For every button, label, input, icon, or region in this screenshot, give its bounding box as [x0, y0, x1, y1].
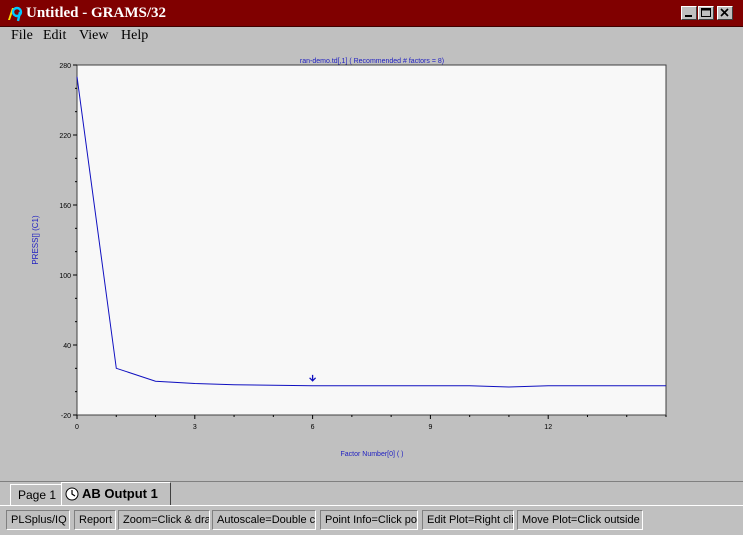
menu-bar: File Edit View Help: [0, 27, 743, 45]
plot-frame[interactable]: [76, 64, 667, 416]
x-tick-label: 12: [544, 424, 552, 431]
menu-view[interactable]: View: [79, 27, 108, 45]
press-chart[interactable]: ran-demo.td[,1] ( Recommended # factors …: [0, 45, 743, 482]
y-tick-label: 100: [59, 273, 71, 280]
menu-edit[interactable]: Edit: [43, 27, 66, 45]
y-axis-ticks: -20 40 100 160 220 280: [59, 63, 77, 420]
grams-app-icon[interactable]: [5, 5, 23, 23]
status-bar: PLSplus/IQ Report Zoom=Click & drag Auto…: [0, 505, 743, 535]
y-tick-label: -20: [61, 413, 71, 420]
y-tick-label: 280: [59, 63, 71, 70]
page-tab-bar: Page 1 AB Output 1: [0, 481, 743, 506]
x-axis-ticks: 0 3 6 9 12: [75, 415, 667, 431]
y-axis-label: PRESS[] (C1): [31, 215, 40, 265]
maximize-button[interactable]: [698, 6, 714, 20]
menu-file[interactable]: File: [11, 27, 33, 45]
x-tick-label: 0: [75, 424, 79, 431]
title-bar[interactable]: Untitled - GRAMS/32: [0, 0, 743, 27]
clock-icon: [65, 487, 79, 501]
menu-help[interactable]: Help: [121, 27, 148, 45]
status-move-plot-hint: Move Plot=Click outside plot: [517, 510, 643, 530]
maximize-icon: [701, 8, 711, 17]
window-title: Untitled - GRAMS/32: [26, 5, 166, 21]
status-zoom-hint: Zoom=Click & drag: [118, 510, 210, 530]
y-tick-label: 40: [63, 343, 71, 350]
status-point-info-hint: Point Info=Click point: [320, 510, 418, 530]
chart-title: ran-demo.td[,1] ( Recommended # factors …: [300, 58, 444, 65]
x-tick-label: 3: [193, 424, 197, 431]
y-tick-label: 220: [59, 133, 71, 140]
close-button[interactable]: [717, 6, 733, 20]
close-icon: [720, 8, 729, 17]
y-tick-label: 160: [59, 203, 71, 210]
tab-ab-output-1-label: AB Output 1: [82, 486, 158, 501]
minimize-button[interactable]: [681, 6, 697, 20]
tab-ab-output-1[interactable]: AB Output 1: [61, 482, 171, 506]
status-autoscale-hint: Autoscale=Double click: [212, 510, 316, 530]
tab-page-1[interactable]: Page 1: [10, 484, 62, 506]
minimize-icon: [685, 15, 692, 17]
status-report[interactable]: Report: [74, 510, 116, 530]
tab-page-1-label: Page 1: [18, 488, 57, 502]
x-tick-label: 6: [311, 424, 315, 431]
status-edit-plot-hint: Edit Plot=Right click: [422, 510, 514, 530]
x-tick-label: 9: [428, 424, 432, 431]
status-plsplus-iq[interactable]: PLSplus/IQ: [6, 510, 70, 530]
x-axis-label: Factor Number[0] ( ): [340, 451, 403, 458]
